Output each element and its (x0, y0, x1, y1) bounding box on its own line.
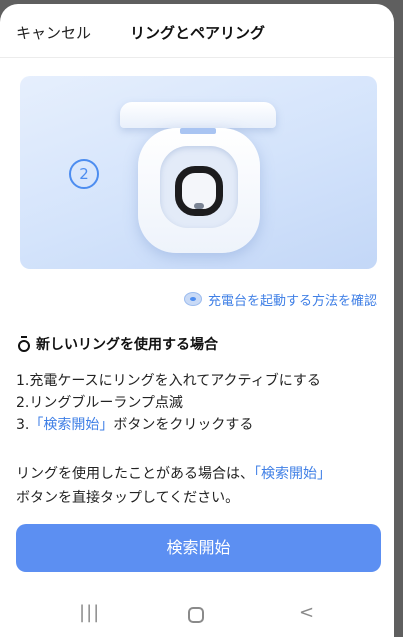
home-icon[interactable] (188, 607, 204, 623)
instruction-steps: 1.充電ケースにリングを入れてアクティブにする 2.リングブルーランプ点滅 3.… (16, 370, 321, 436)
system-nav-bar: ||| < (0, 592, 394, 637)
cancel-button[interactable]: キャンセル (16, 22, 91, 43)
note-line-2: ボタンを直接タップしてください。 (16, 490, 240, 506)
new-ring-section-title: 新しいリングを使用する場合 (18, 334, 218, 354)
page-title: リングとペアリング (130, 24, 266, 42)
header: キャンセル リングとペアリング (0, 4, 394, 58)
note-line-1: リングを使用したことがある場合は、「検索開始」 (16, 462, 386, 486)
section-title-text: 新しいリングを使用する場合 (36, 337, 218, 353)
step-3: 3.「検索開始」ボタンをクリックする (16, 414, 321, 436)
ring-icon (18, 336, 30, 352)
step-3-suffix: ボタンをクリックする (113, 417, 254, 433)
step-1: 1.充電ケースにリングを入れてアクティブにする (16, 373, 321, 389)
step-number-badge: 2 (69, 159, 99, 189)
note-prefix: リングを使用したことがある場合は、 (16, 466, 254, 482)
note-highlight: 「検索開始」 (254, 466, 331, 482)
recents-icon[interactable]: ||| (79, 602, 100, 623)
existing-ring-note: リングを使用したことがある場合は、「検索開始」 ボタンを直接タップしてください。 (16, 462, 386, 510)
pairing-sheet: キャンセル リングとペアリング 2 充電台を起動する方法を確認 新しいリングを使… (0, 4, 394, 637)
step-2: 2.リングブルーランプ点滅 (16, 395, 183, 411)
step-3-prefix: 3. (16, 417, 30, 433)
back-icon[interactable]: < (299, 602, 314, 623)
step-3-highlight: 「検索開始」 (29, 417, 114, 433)
charger-help-link[interactable]: 充電台を起動する方法を確認 (183, 289, 377, 309)
charger-help-link-label: 充電台を起動する方法を確認 (207, 293, 377, 309)
hero-illustration: 2 (20, 76, 377, 269)
charger-icon (183, 292, 202, 306)
charging-case-lid (120, 102, 276, 128)
case-led-slot (180, 128, 216, 134)
start-search-button[interactable]: 検索開始 (16, 524, 381, 572)
ring-sensor (194, 203, 204, 209)
